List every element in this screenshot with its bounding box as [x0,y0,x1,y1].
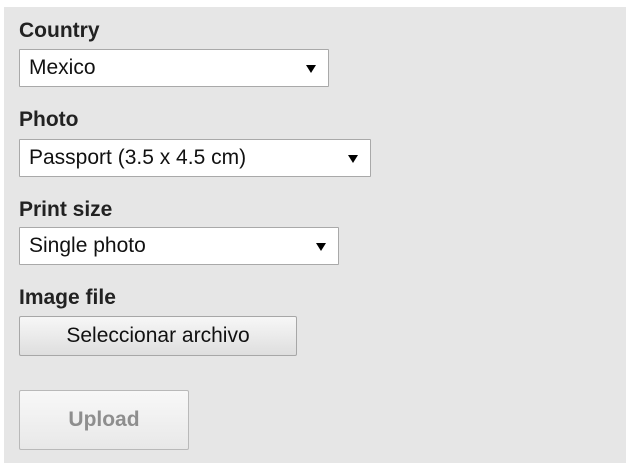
print-size-selected-value: Single photo [29,234,146,257]
upload-button[interactable]: Upload [19,390,189,450]
chevron-down-icon [316,243,326,251]
photo-select[interactable]: Passport (3.5 x 4.5 cm) [19,139,371,177]
print-size-label: Print size [19,198,113,221]
country-label: Country [19,19,100,42]
country-selected-value: Mexico [29,56,96,79]
upload-form-panel: Country Mexico Photo Passport (3.5 x 4.5… [4,7,626,463]
chevron-down-icon [348,155,358,163]
print-size-select[interactable]: Single photo [19,227,339,265]
choose-file-button[interactable]: Seleccionar archivo [19,316,297,356]
image-file-label: Image file [19,286,116,309]
photo-selected-value: Passport (3.5 x 4.5 cm) [29,146,247,169]
country-select[interactable]: Mexico [19,49,329,87]
photo-label: Photo [19,108,79,131]
chevron-down-icon [306,65,316,73]
